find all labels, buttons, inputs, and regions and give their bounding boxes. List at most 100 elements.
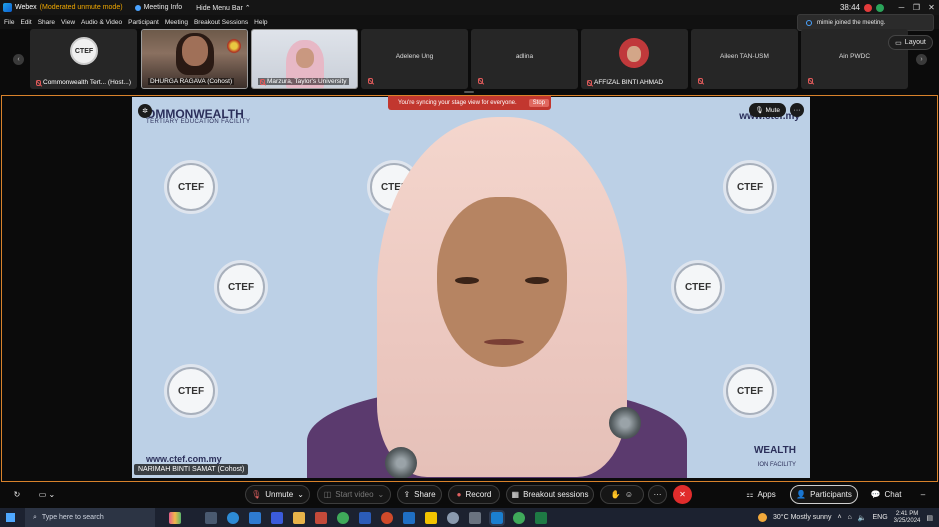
participant-name: Commonwealth Tert... (Host...) bbox=[43, 79, 132, 86]
store-icon[interactable] bbox=[249, 511, 261, 524]
hand-icon: ✋ bbox=[610, 490, 621, 499]
taskbar-search[interactable]: ⌕ Type here to search bbox=[25, 508, 155, 527]
dash-icon: – bbox=[920, 490, 926, 499]
menu-share[interactable]: Share bbox=[38, 19, 55, 26]
muted-mic-icon bbox=[368, 78, 373, 84]
webex-taskbar-icon[interactable] bbox=[489, 509, 505, 526]
info-icon bbox=[806, 19, 812, 26]
notification-center-icon[interactable]: ▤ bbox=[926, 514, 933, 522]
weather-text[interactable]: 30°C Mostly sunny bbox=[773, 514, 831, 521]
pin-button[interactable]: ✲ bbox=[138, 104, 152, 118]
menu-view[interactable]: View bbox=[61, 19, 75, 26]
active-speaker-video[interactable]: OMMONWEALTH TERTIARY EDUCATION FACILITY … bbox=[132, 97, 810, 478]
menu-edit[interactable]: Edit bbox=[20, 19, 31, 26]
start-video-label: Start video bbox=[335, 490, 374, 499]
search-placeholder: Type here to search bbox=[41, 514, 104, 521]
breakout-sessions-button[interactable]: ▦ Breakout sessions bbox=[506, 485, 594, 504]
participant-name: Ain PWDC bbox=[838, 53, 871, 60]
mute-participant-button[interactable]: 🎙 Mute bbox=[749, 103, 786, 117]
menu-meeting[interactable]: Meeting bbox=[165, 19, 188, 26]
apps-icon: ⚏ bbox=[746, 490, 754, 499]
volume-icon[interactable]: 🔈 bbox=[858, 514, 867, 522]
caption-icon: ▭ ⌄ bbox=[38, 490, 56, 499]
network-icon[interactable]: ⌂ bbox=[848, 514, 852, 521]
captions-button[interactable]: ▭ ⌄ bbox=[34, 485, 60, 504]
word-icon[interactable] bbox=[359, 511, 371, 524]
unmute-label: Unmute bbox=[265, 490, 294, 499]
clock[interactable]: 2:41 PM 3/25/2024 bbox=[894, 511, 921, 525]
more-options-button[interactable]: ··· bbox=[790, 103, 804, 117]
acrobat-icon[interactable] bbox=[315, 511, 327, 524]
chevron-up-icon[interactable]: ˄ bbox=[837, 514, 841, 521]
powerpoint-icon[interactable] bbox=[381, 511, 393, 524]
participant-name: adlina bbox=[515, 53, 534, 60]
share-button[interactable]: ⇪ Share bbox=[397, 485, 442, 504]
ctef-seal: CTEF bbox=[726, 367, 774, 415]
webex-logo-icon bbox=[3, 3, 12, 12]
weather-icon bbox=[758, 513, 768, 522]
strip-prev-button[interactable]: ‹ bbox=[13, 54, 24, 65]
stop-sync-button[interactable]: Stop bbox=[528, 99, 549, 107]
reactions-settings-button[interactable]: ↻ bbox=[8, 485, 26, 504]
participant-tile[interactable]: Adelene Ung bbox=[361, 29, 468, 89]
panel-options-button[interactable]: – bbox=[914, 485, 932, 504]
close-window-button[interactable]: ✕ bbox=[924, 3, 939, 12]
hide-menu-bar-button[interactable]: Hide Menu Bar ⌃ bbox=[196, 4, 251, 12]
participants-button[interactable]: 👤 Participants bbox=[790, 485, 858, 504]
participant-tile[interactable]: adlina bbox=[471, 29, 578, 89]
chrome-icon[interactable] bbox=[337, 511, 349, 524]
windows-start-icon[interactable] bbox=[6, 513, 15, 522]
chat-icon: 💬 bbox=[870, 490, 881, 499]
chrome-profile-icon[interactable] bbox=[513, 511, 525, 524]
menu-file[interactable]: File bbox=[4, 19, 14, 26]
dropbox-icon[interactable] bbox=[271, 511, 283, 524]
chat-label: Chat bbox=[884, 490, 902, 499]
record-button[interactable]: ● Record bbox=[448, 485, 500, 504]
strip-next-button[interactable]: › bbox=[916, 54, 927, 65]
language-indicator[interactable]: ENG bbox=[873, 514, 888, 521]
breakout-label: Breakout sessions bbox=[523, 490, 589, 499]
menu-help[interactable]: Help bbox=[254, 19, 267, 26]
share-icon: ⇪ bbox=[403, 490, 411, 499]
start-video-button[interactable]: ◫ Start video ⌄ bbox=[317, 485, 391, 504]
taskbar-widget-icon[interactable] bbox=[169, 511, 181, 524]
share-label: Share bbox=[414, 490, 436, 499]
task-view-icon[interactable] bbox=[205, 511, 217, 524]
ctef-seal: CTEF bbox=[726, 163, 774, 211]
clock-date: 3/25/2024 bbox=[893, 517, 921, 524]
excel-icon[interactable] bbox=[535, 511, 547, 524]
record-icon: ● bbox=[456, 490, 462, 499]
apps-button[interactable]: ⚏ Apps bbox=[741, 485, 781, 504]
more-controls-button[interactable]: ··· bbox=[648, 485, 667, 504]
menu-audio-video[interactable]: Audio & Video bbox=[81, 19, 122, 26]
cloud-app-icon[interactable] bbox=[447, 511, 459, 524]
unmute-button[interactable]: 🎙 Unmute ⌄ bbox=[245, 485, 310, 504]
minimize-button[interactable]: ─ bbox=[894, 3, 909, 12]
calculator-icon[interactable] bbox=[469, 511, 481, 524]
outlook-icon[interactable] bbox=[403, 511, 415, 524]
search-icon: ⌕ bbox=[33, 513, 37, 521]
record-label: Record bbox=[465, 490, 492, 499]
resize-handle[interactable] bbox=[464, 91, 474, 93]
chat-button[interactable]: 💬 Chat bbox=[866, 485, 906, 504]
end-meeting-button[interactable]: ✕ bbox=[673, 485, 692, 504]
file-explorer-icon[interactable] bbox=[293, 511, 305, 524]
participants-label: Participants bbox=[810, 490, 852, 499]
recording-icon bbox=[864, 3, 872, 12]
info-icon bbox=[134, 4, 141, 11]
menu-breakout-sessions[interactable]: Breakout Sessions bbox=[194, 19, 248, 26]
participant-tile[interactable]: Marzura, Taylor's University bbox=[251, 29, 358, 89]
participant-tile[interactable]: DHURGA RAGAVA (Cohost) bbox=[141, 29, 248, 89]
meeting-info-button[interactable]: Meeting Info bbox=[134, 4, 182, 11]
raise-hand-reactions-button[interactable]: ✋ ☺ bbox=[600, 485, 644, 504]
restore-button[interactable]: ❐ bbox=[909, 3, 924, 12]
participant-tile[interactable]: Aileen TAN-USM bbox=[691, 29, 798, 89]
layout-button[interactable]: ▭ Layout bbox=[888, 35, 933, 50]
speaker-figure bbox=[307, 117, 687, 478]
edge-icon[interactable] bbox=[227, 511, 239, 524]
participant-tile[interactable]: CTEF Commonwealth Tert... (Host...) bbox=[30, 29, 137, 89]
participant-tile[interactable]: AFFIZAL BINTI AHMAD bbox=[581, 29, 688, 89]
sticky-notes-icon[interactable] bbox=[425, 511, 437, 524]
menu-participant[interactable]: Participant bbox=[128, 19, 159, 26]
meeting-mode: (Moderated unmute mode) bbox=[39, 4, 123, 11]
